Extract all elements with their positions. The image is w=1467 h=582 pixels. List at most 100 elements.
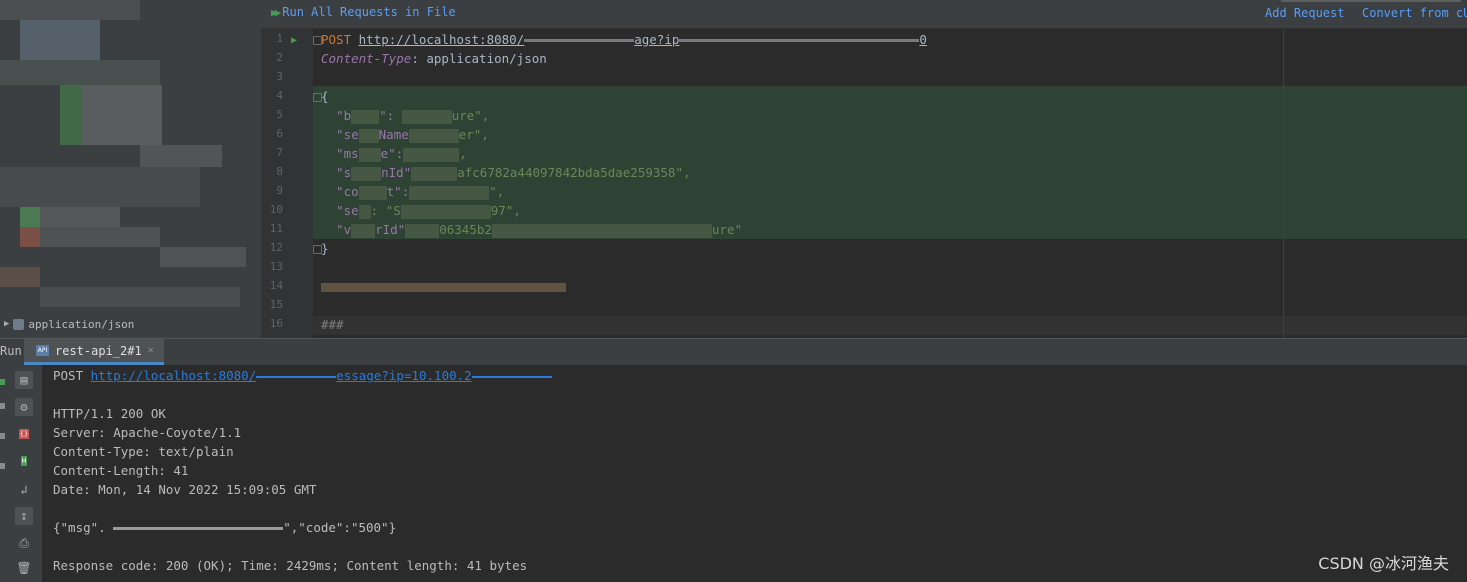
line-number: 6 xyxy=(276,127,283,140)
html-icon[interactable]: H xyxy=(15,452,33,470)
header-content-length: Content-Length: 41 xyxy=(53,463,189,478)
file-icon xyxy=(13,318,25,330)
tree-item-application-json[interactable]: ▶ application/json xyxy=(4,316,134,332)
json-key: "co xyxy=(321,184,359,199)
request-url[interactable]: http://localhost:8080/ xyxy=(359,32,525,47)
line-number: 12 xyxy=(269,241,283,254)
project-panel: ▶ application/json xyxy=(0,0,261,338)
json-icon[interactable]: {} xyxy=(15,425,33,443)
run-toolbar: ▤ ⚙ {} H ↲ ↧ ⎙ 🗑 xyxy=(8,365,43,582)
code-line-7: "ms e":, xyxy=(321,144,467,163)
code-line-9: "co t": ", xyxy=(321,182,504,201)
json-value: er", xyxy=(458,127,489,142)
json-value: ure", xyxy=(451,108,490,123)
status-line: HTTP/1.1 200 OK xyxy=(53,406,166,421)
convert-from-curl-button[interactable]: Convert from cU xyxy=(1362,6,1467,20)
run-tool-window-header: Run: API rest-api_2#1 ✕ xyxy=(0,338,1467,366)
line-number: 5 xyxy=(276,108,283,121)
play-double-icon: ▶▶ xyxy=(271,5,281,19)
play-icon[interactable]: ▶ xyxy=(291,35,297,46)
header-name: Content-Type xyxy=(321,51,412,66)
code-line-10: "se : "S 97", xyxy=(321,201,521,220)
line-number: 3 xyxy=(276,70,283,83)
watermark: CSDN @冰河渔夫 xyxy=(1318,554,1449,573)
line-number: 14 xyxy=(269,279,283,292)
run-all-requests-button[interactable]: ▶▶ Run All Requests in File xyxy=(271,5,456,19)
json-value: ", xyxy=(489,184,505,199)
line-number: 7 xyxy=(276,146,283,159)
line-number: 4 xyxy=(276,89,283,102)
tree-item-label: application/json xyxy=(28,317,135,331)
json-sep: e": xyxy=(380,146,404,161)
response-request-url-tail[interactable]: essage?ip=10.100.2 xyxy=(336,368,471,383)
request-url-tail: 0 xyxy=(919,32,927,47)
json-sep: rId" xyxy=(375,222,406,237)
json-sep: t": xyxy=(386,184,410,199)
tab-rest-api-run[interactable]: API rest-api_2#1 ✕ xyxy=(24,339,164,365)
line-number: 11 xyxy=(269,222,283,235)
code-line-12: } xyxy=(321,241,329,256)
json-value: , xyxy=(459,146,467,161)
response-request-url[interactable]: http://localhost:8080/ xyxy=(91,368,257,383)
json-value: 97", xyxy=(490,203,521,218)
code-line-5: "b ": ure", xyxy=(321,106,489,125)
editor-toolbar: ▶▶ Run All Requests in File Add Request … xyxy=(261,0,1467,29)
code-line-2: Content-Type: application/json xyxy=(321,49,547,68)
api-icon: API xyxy=(36,345,49,356)
header-date: Date: Mon, 14 Nov 2022 15:09:05 GMT xyxy=(53,482,317,497)
http-method: POST xyxy=(321,32,352,47)
tab-label: rest-api_2#1 xyxy=(55,343,142,358)
code-line-6: "se Name er", xyxy=(321,125,489,144)
line-number: 9 xyxy=(276,184,283,197)
response-body: {"msg". ","code":"500"} xyxy=(53,518,396,537)
scroll-to-end-icon[interactable]: ↧ xyxy=(15,507,33,525)
code-line-1: POST http://localhost:8080/age?ip 0 xyxy=(321,30,927,49)
code-line-11: "v rId" 06345b2 ure" xyxy=(321,220,742,239)
json-value: 06345b2 xyxy=(439,222,492,237)
json-key: "v xyxy=(321,222,352,237)
soft-wrap-icon[interactable]: ↲ xyxy=(15,481,33,499)
line-number: 13 xyxy=(269,260,283,273)
json-key: "ms xyxy=(321,146,359,161)
print-icon[interactable]: ⎙ xyxy=(15,534,33,552)
line-number: 16 xyxy=(269,317,283,330)
code-area[interactable]: POST http://localhost:8080/age?ip 0 Conte… xyxy=(321,29,1467,338)
stop-icon[interactable] xyxy=(0,403,5,409)
close-icon[interactable]: ✕ xyxy=(148,345,154,356)
json-key: "se xyxy=(321,127,359,142)
header-content-type: Content-Type: text/plain xyxy=(53,444,234,459)
code-line-4: { xyxy=(321,89,329,104)
settings-icon[interactable]: ⚙ xyxy=(15,398,33,416)
rerun-icon[interactable] xyxy=(0,379,5,385)
run-side-strip xyxy=(0,365,8,582)
response-body-start: {"msg". xyxy=(53,520,114,535)
request-method: POST xyxy=(53,368,91,383)
json-sep: : "S xyxy=(370,203,401,218)
code-line-8: "s nId" afc6782a44097842bda5dae259358", xyxy=(321,163,691,182)
json-key: "se xyxy=(321,203,359,218)
line-number: 1 xyxy=(276,32,283,45)
layout-icon[interactable] xyxy=(0,433,5,439)
json-sep: nId" xyxy=(381,165,412,180)
expand-arrow-icon[interactable]: ▶ xyxy=(4,319,9,329)
json-value-tail: ure" xyxy=(711,222,743,237)
add-request-button[interactable]: Add Request xyxy=(1265,6,1344,20)
request-icon[interactable]: ▤ xyxy=(15,371,33,389)
toolbar-scroll-indicator xyxy=(1281,0,1461,2)
header-value: : application/json xyxy=(411,51,547,66)
json-key-part: Name xyxy=(378,127,409,142)
response-console[interactable]: POST http://localhost:8080/essage?ip=10.… xyxy=(42,365,1467,582)
line-number-gutter: 1 2 3 4 5 6 7 8 9 10 11 12 13 14 15 16 xyxy=(261,29,313,338)
json-key: "b xyxy=(321,108,352,123)
header-server: Server: Apache-Coyote/1.1 xyxy=(53,425,242,440)
request-url-query: age?ip xyxy=(634,32,680,47)
http-request-editor[interactable]: ▶▶ Run All Requests in File Add Request … xyxy=(261,0,1467,338)
line-number: 8 xyxy=(276,165,283,178)
pin-icon[interactable] xyxy=(0,463,5,469)
response-body-end: ","code":"500"} xyxy=(283,520,397,535)
trash-icon[interactable]: 🗑 xyxy=(15,559,33,577)
line-number: 10 xyxy=(269,203,283,216)
run-all-label: Run All Requests in File xyxy=(282,5,456,19)
line-number: 15 xyxy=(269,298,283,311)
json-value: afc6782a44097842bda5dae259358", xyxy=(457,165,691,180)
